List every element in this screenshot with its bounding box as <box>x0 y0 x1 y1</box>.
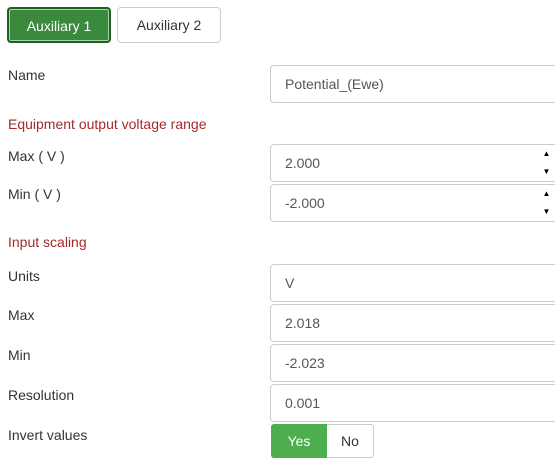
auxiliary-settings-form: Auxiliary 1 Auxiliary 2 Name Potential_(… <box>0 0 555 458</box>
equipment-min-label: Min ( V ) <box>8 186 61 202</box>
stepper-down-icon[interactable]: ▼ <box>538 163 555 181</box>
scaling-max-field[interactable]: 2.018 <box>270 304 555 342</box>
scaling-max-label: Max <box>8 307 35 323</box>
stepper-up-icon[interactable]: ▲ <box>538 145 555 163</box>
scaling-min-label: Min <box>8 347 31 363</box>
tab-auxiliary-1[interactable]: Auxiliary 1 <box>7 7 111 43</box>
equipment-range-heading: Equipment output voltage range <box>8 116 207 132</box>
equipment-max-stepper[interactable]: ▲ ▼ <box>538 145 555 181</box>
equipment-max-field[interactable]: 2.000 <box>270 144 555 182</box>
name-label: Name <box>8 67 46 83</box>
name-field[interactable]: Potential_(Ewe) <box>270 65 555 103</box>
tab-auxiliary-2[interactable]: Auxiliary 2 <box>117 7 221 43</box>
input-scaling-heading: Input scaling <box>8 234 87 250</box>
invert-values-label: Invert values <box>8 427 88 443</box>
equipment-min-field[interactable]: -2.000 <box>270 184 555 222</box>
units-label: Units <box>8 268 40 284</box>
equipment-max-label: Max ( V ) <box>8 148 65 164</box>
resolution-field[interactable]: 0.001 <box>270 384 555 422</box>
invert-no-button[interactable]: No <box>327 424 374 458</box>
stepper-up-icon[interactable]: ▲ <box>538 185 555 203</box>
resolution-label: Resolution <box>8 387 75 403</box>
units-field[interactable]: V <box>270 264 555 302</box>
scaling-min-field[interactable]: -2.023 <box>270 344 555 382</box>
stepper-down-icon[interactable]: ▼ <box>538 203 555 221</box>
equipment-min-stepper[interactable]: ▲ ▼ <box>538 185 555 221</box>
invert-yes-button[interactable]: Yes <box>271 424 327 458</box>
